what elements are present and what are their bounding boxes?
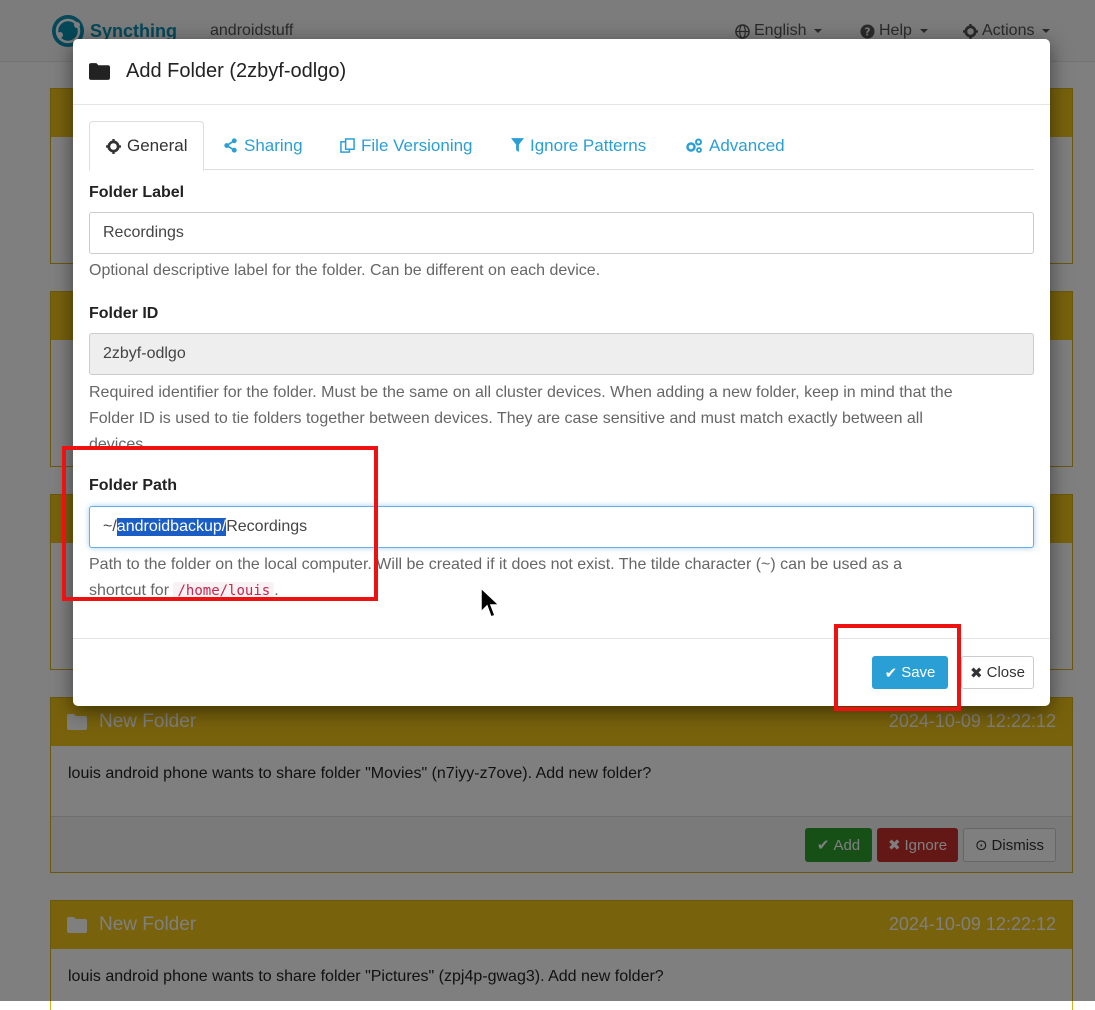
share-icon — [224, 138, 237, 153]
folder-icon — [89, 63, 110, 80]
folder-label-input[interactable]: Recordings — [89, 212, 1034, 254]
mouse-cursor-icon — [480, 586, 501, 618]
folder-label-label: Folder Label — [89, 184, 185, 201]
gear-icon — [106, 138, 121, 154]
close-button[interactable]: ✖ Close — [961, 656, 1034, 689]
filter-icon — [511, 138, 524, 152]
modal-title: Add Folder (2zbyf-odlgo) — [126, 60, 347, 82]
tab-advanced[interactable]: Advanced — [669, 121, 801, 170]
tab-file-versioning[interactable]: File Versioning — [324, 121, 489, 170]
close-icon: ✖ — [970, 664, 983, 682]
folder-id-input[interactable]: 2zbyf-odlgo — [89, 333, 1034, 375]
folder-path-highlight-box — [62, 446, 378, 601]
add-folder-modal: Add Folder (2zbyf-odlgo) General Sharing — [73, 39, 1050, 706]
folder-label-help: Optional descriptive label for the folde… — [89, 262, 601, 279]
cogs-icon — [686, 138, 702, 153]
save-highlight-box — [834, 624, 961, 711]
modal-header: Add Folder (2zbyf-odlgo) — [73, 39, 1050, 105]
folder-id-label: Folder ID — [89, 305, 159, 322]
folder-tabs: General Sharing File Versioning Ignore P… — [89, 121, 1034, 171]
tab-general[interactable]: General — [89, 121, 205, 171]
copy-icon — [340, 137, 355, 153]
tab-ignore-patterns[interactable]: Ignore Patterns — [495, 121, 662, 170]
tab-sharing[interactable]: Sharing — [207, 121, 319, 170]
